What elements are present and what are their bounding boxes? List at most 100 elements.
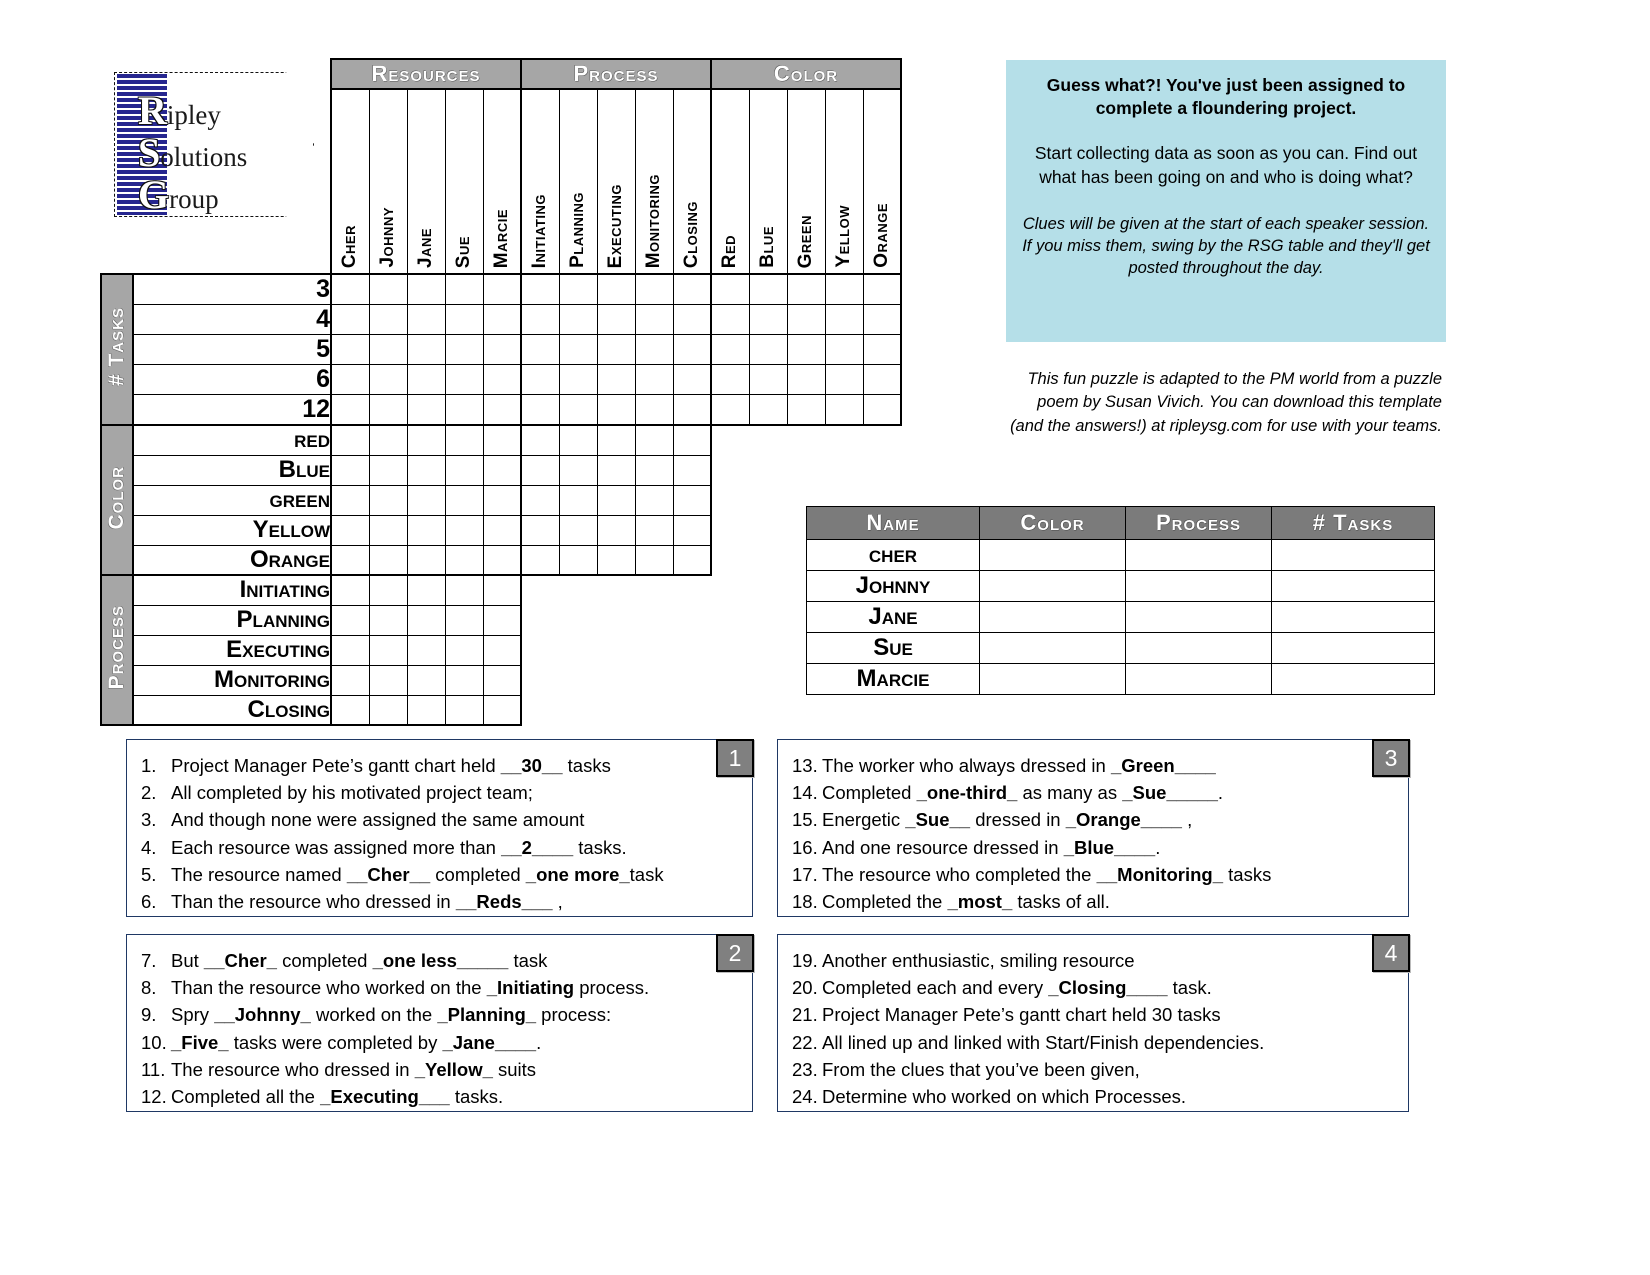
grid-cell[interactable] [634,424,674,456]
grid-cell[interactable] [824,394,864,426]
answer-process-field[interactable] [1125,570,1272,602]
grid-cell[interactable] [786,334,826,365]
grid-cell[interactable] [482,394,522,426]
grid-cell[interactable] [482,334,522,365]
grid-cell[interactable] [558,334,598,365]
grid-cell[interactable] [748,334,788,365]
grid-cell[interactable] [330,574,370,606]
grid-cell[interactable] [482,514,522,546]
grid-cell[interactable] [748,273,788,305]
grid-cell[interactable] [482,273,522,305]
grid-cell[interactable] [330,454,370,486]
grid-cell[interactable] [482,574,522,606]
grid-cell[interactable] [444,334,484,365]
grid-cell[interactable] [444,664,484,696]
grid-cell[interactable] [672,304,712,335]
grid-cell[interactable] [482,484,522,516]
grid-cell[interactable] [406,334,446,365]
grid-cell[interactable] [520,424,560,456]
grid-cell[interactable] [558,424,598,456]
grid-cell[interactable] [406,604,446,636]
grid-cell[interactable] [330,694,370,726]
grid-cell[interactable] [710,334,750,365]
answer-color-field[interactable] [979,601,1126,633]
grid-cell[interactable] [406,304,446,335]
grid-cell[interactable] [596,394,636,426]
answer-process-field[interactable] [1125,539,1272,571]
grid-cell[interactable] [368,424,408,456]
grid-cell[interactable] [596,544,636,576]
grid-cell[interactable] [406,574,446,606]
grid-cell[interactable] [824,334,864,365]
grid-cell[interactable] [368,664,408,696]
grid-cell[interactable] [672,514,712,546]
grid-cell[interactable] [672,364,712,395]
grid-cell[interactable] [330,364,370,395]
grid-cell[interactable] [558,364,598,395]
grid-cell[interactable] [330,514,370,546]
answer-tasks-field[interactable] [1271,632,1435,664]
grid-cell[interactable] [368,364,408,395]
grid-cell[interactable] [634,544,674,576]
grid-cell[interactable] [444,454,484,486]
grid-cell[interactable] [330,484,370,516]
grid-cell[interactable] [634,273,674,305]
grid-cell[interactable] [330,273,370,305]
grid-cell[interactable] [596,514,636,546]
answer-tasks-field[interactable] [1271,539,1435,571]
grid-cell[interactable] [482,304,522,335]
grid-cell[interactable] [710,273,750,305]
grid-cell[interactable] [406,694,446,726]
grid-cell[interactable] [634,364,674,395]
grid-cell[interactable] [368,634,408,666]
grid-cell[interactable] [520,454,560,486]
grid-cell[interactable] [368,574,408,606]
grid-cell[interactable] [596,484,636,516]
grid-cell[interactable] [558,454,598,486]
grid-cell[interactable] [406,454,446,486]
grid-cell[interactable] [406,484,446,516]
grid-cell[interactable] [368,334,408,365]
grid-cell[interactable] [330,664,370,696]
grid-cell[interactable] [596,304,636,335]
grid-cell[interactable] [558,304,598,335]
answer-process-field[interactable] [1125,601,1272,633]
grid-cell[interactable] [330,544,370,576]
grid-cell[interactable] [710,304,750,335]
grid-cell[interactable] [444,364,484,395]
grid-cell[interactable] [558,484,598,516]
grid-cell[interactable] [444,634,484,666]
grid-cell[interactable] [444,394,484,426]
grid-cell[interactable] [710,394,750,426]
grid-cell[interactable] [482,364,522,395]
grid-cell[interactable] [330,304,370,335]
grid-cell[interactable] [406,273,446,305]
answer-color-field[interactable] [979,632,1126,664]
grid-cell[interactable] [330,634,370,666]
grid-cell[interactable] [672,334,712,365]
grid-cell[interactable] [596,273,636,305]
answer-tasks-field[interactable] [1271,663,1435,695]
grid-cell[interactable] [482,424,522,456]
grid-cell[interactable] [368,304,408,335]
grid-cell[interactable] [710,364,750,395]
grid-cell[interactable] [634,514,674,546]
grid-cell[interactable] [368,454,408,486]
grid-cell[interactable] [368,273,408,305]
grid-cell[interactable] [862,273,902,305]
grid-cell[interactable] [672,394,712,426]
grid-cell[interactable] [444,604,484,636]
answer-process-field[interactable] [1125,663,1272,695]
grid-cell[interactable] [634,334,674,365]
grid-cell[interactable] [406,364,446,395]
grid-cell[interactable] [824,273,864,305]
grid-cell[interactable] [634,454,674,486]
grid-cell[interactable] [520,544,560,576]
grid-cell[interactable] [672,484,712,516]
grid-cell[interactable] [558,544,598,576]
grid-cell[interactable] [444,304,484,335]
grid-cell[interactable] [406,424,446,456]
grid-cell[interactable] [672,424,712,456]
grid-cell[interactable] [330,394,370,426]
grid-cell[interactable] [482,634,522,666]
